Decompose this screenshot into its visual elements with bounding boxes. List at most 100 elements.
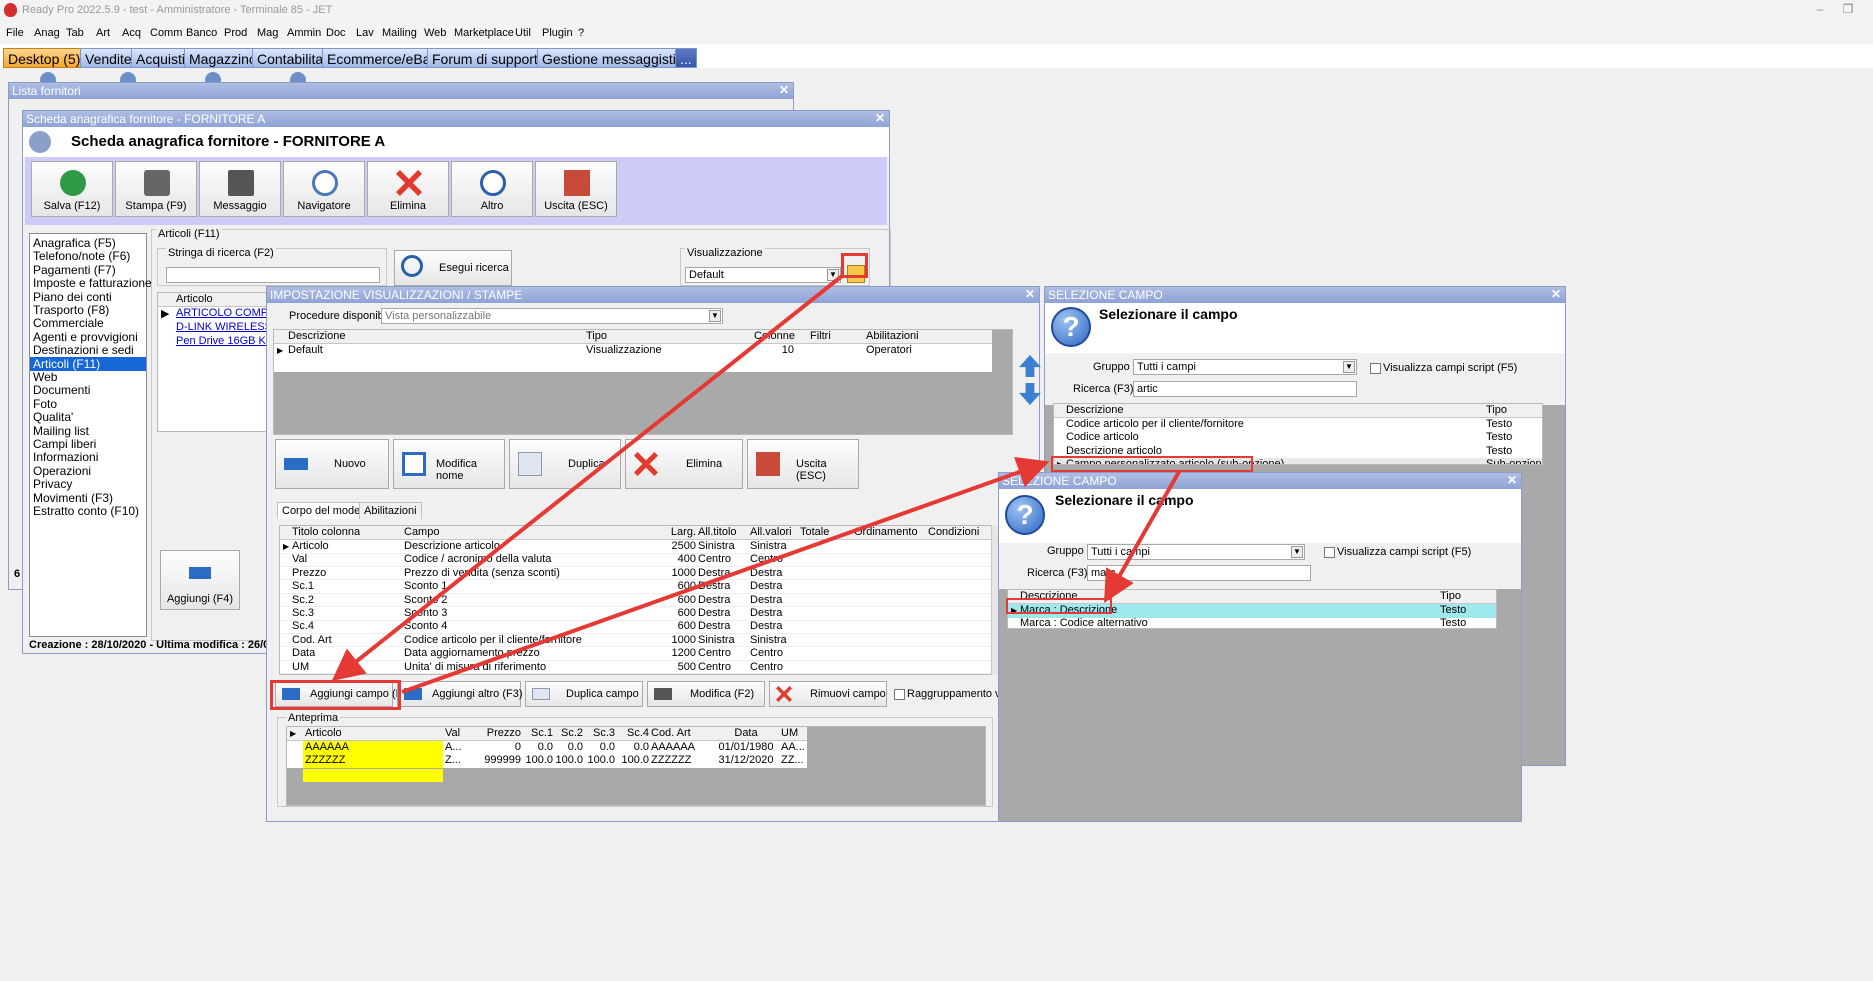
action-button[interactable]: Uscita (ESC) <box>747 439 859 489</box>
ricerca-input[interactable]: artic <box>1133 381 1357 397</box>
raggruppamento-checkbox[interactable] <box>894 689 905 700</box>
menu-item[interactable]: Util <box>515 27 531 39</box>
close-icon[interactable]: ✕ <box>1551 287 1561 301</box>
module-tab[interactable]: Contabilita' <box>252 48 331 68</box>
move-down-arrow-icon[interactable] <box>1019 383 1041 405</box>
field-row[interactable]: Codice articolo Testo <box>1054 431 1542 445</box>
nav-item[interactable]: Qualita' <box>33 410 73 424</box>
gruppo-select[interactable]: Tutti i campi ▼ <box>1133 359 1357 375</box>
menu-item[interactable]: Doc <box>326 27 346 39</box>
module-tab[interactable]: Magazzino <box>184 48 262 68</box>
menu-item[interactable]: File <box>6 27 24 39</box>
field-action-button[interactable]: Rimuovi campo <box>769 681 887 707</box>
nav-item[interactable]: Web <box>33 370 57 384</box>
module-tab[interactable]: Vendite <box>80 48 137 68</box>
table-row[interactable]: ▶ Default Visualizzazione 10 Operatori <box>274 344 992 358</box>
nav-item[interactable]: Destinazioni e sedi <box>33 343 134 357</box>
chevron-down-icon[interactable]: ▼ <box>1291 546 1303 558</box>
nav-item[interactable]: Anagrafica (F5) <box>33 236 116 250</box>
toolbar-button[interactable]: Uscita (ESC) <box>535 161 617 217</box>
field-action-button[interactable]: Aggiungi altro (F3) <box>397 681 523 707</box>
minimize-icon[interactable]: – <box>1810 2 1830 18</box>
subtab[interactable]: Abilitazioni <box>359 502 422 519</box>
chevron-down-icon[interactable]: ▼ <box>1343 361 1355 373</box>
script-checkbox[interactable] <box>1324 547 1335 558</box>
toolbar-button[interactable]: Elimina <box>367 161 449 217</box>
table-row[interactable]: Cod. Art Codice articolo per il cliente/f… <box>280 634 998 648</box>
module-tab[interactable]: ... <box>675 48 697 68</box>
menu-item[interactable]: ? <box>578 27 584 39</box>
menu-item[interactable]: Comm <box>150 27 182 39</box>
nav-item[interactable]: Documenti <box>33 383 90 397</box>
table-row[interactable]: Data Data aggiornamento prezzo 1200 Centro C… <box>280 647 998 661</box>
close-icon[interactable]: ✕ <box>1025 287 1035 301</box>
move-up-arrow-icon[interactable] <box>1019 355 1041 377</box>
script-checkbox[interactable] <box>1370 363 1381 374</box>
module-tab[interactable]: Forum di supporto <box>427 48 551 68</box>
procedure-select[interactable]: Vista personalizzabile ▼ <box>381 308 723 324</box>
toolbar-button[interactable]: Messaggio <box>199 161 281 217</box>
table-row[interactable]: Sc.3 Sconto 3 600 Destra Destra <box>280 607 998 621</box>
toolbar-button[interactable]: Salva (F12) <box>31 161 113 217</box>
nav-item[interactable]: Estratto conto (F10) <box>33 504 139 518</box>
nav-item[interactable]: Piano dei conti <box>33 290 112 304</box>
menu-item[interactable]: Prod <box>224 27 247 39</box>
close-icon[interactable]: ✕ <box>875 111 885 125</box>
nav-item[interactable]: Movimenti (F3) <box>33 491 113 505</box>
module-tab[interactable]: Acquisti <box>131 48 191 68</box>
nav-item[interactable]: Privacy <box>33 477 72 491</box>
nav-item[interactable]: Informazioni <box>33 450 98 464</box>
field-row[interactable]: Marca : Codice alternativo Testo <box>1008 617 1496 628</box>
menu-item[interactable]: Plugin <box>542 27 573 39</box>
chevron-down-icon[interactable]: ▼ <box>709 310 721 322</box>
table-row[interactable]: Prezzo Prezzo di vendita (senza sconti) 10… <box>280 567 998 581</box>
menu-item[interactable]: Mag <box>257 27 278 39</box>
toolbar-button[interactable]: Navigatore <box>283 161 365 217</box>
preview-row[interactable]: ZZZZZZ Z... 999999 100.0 100.0 100.0 100.0 ZZZZ… <box>287 754 807 768</box>
table-row[interactable]: ▶ARTICOLO COMPONEN <box>158 307 266 321</box>
table-row[interactable]: Sc.4 Sconto 4 600 Destra Destra <box>280 620 998 634</box>
action-button[interactable]: Nuovo <box>275 439 389 489</box>
ricerca-input[interactable]: marc <box>1087 565 1311 581</box>
field-action-button[interactable]: Modifica (F2) <box>647 681 765 707</box>
action-button[interactable]: Elimina <box>625 439 743 489</box>
menu-item[interactable]: Marketplace <box>454 27 514 39</box>
nav-item[interactable]: Pagamenti (F7) <box>33 263 116 277</box>
nav-item[interactable]: Imposte e fatturazione <box>33 276 152 290</box>
menu-item[interactable]: Web <box>424 27 446 39</box>
table-row[interactable]: Sc.1 Sconto 1 600 Destra Destra <box>280 580 998 594</box>
nav-item[interactable]: Commerciale <box>33 316 104 330</box>
search-input[interactable] <box>166 267 380 283</box>
field-row[interactable]: Codice articolo per il cliente/fornitore… <box>1054 418 1542 432</box>
menu-item[interactable]: Lav <box>356 27 374 39</box>
field-action-button[interactable]: Duplica campo <box>525 681 643 707</box>
nav-item[interactable]: Campi liberi <box>33 437 96 451</box>
menu-item[interactable]: Art <box>96 27 110 39</box>
nav-item[interactable]: Telefono/note (F6) <box>33 249 130 263</box>
table-row[interactable]: D-LINK WIRELESS AC F <box>158 321 266 335</box>
action-button[interactable]: Duplica <box>509 439 621 489</box>
toolbar-button[interactable]: Altro <box>451 161 533 217</box>
visualizzazione-select[interactable]: Default ▼ <box>685 267 841 283</box>
menu-item[interactable]: Acq <box>122 27 141 39</box>
action-button[interactable]: Modifica nome <box>393 439 505 489</box>
nav-item[interactable]: Operazioni <box>33 464 91 478</box>
gruppo-select[interactable]: Tutti i campi ▼ <box>1087 544 1305 560</box>
menu-item[interactable]: Tab <box>66 27 84 39</box>
restore-icon[interactable]: ❐ <box>1838 2 1858 18</box>
module-tab[interactable]: Desktop (5) <box>3 48 86 68</box>
table-row[interactable]: Pen Drive 16GB Kingst <box>158 335 266 349</box>
toolbar-button[interactable]: Stampa (F9) <box>115 161 197 217</box>
nav-item[interactable]: Foto <box>33 397 57 411</box>
close-icon[interactable]: ✕ <box>1507 473 1517 487</box>
menu-item[interactable]: Banco <box>186 27 217 39</box>
nav-item[interactable]: Trasporto (F8) <box>33 303 109 317</box>
menu-item[interactable]: Anag <box>34 27 60 39</box>
module-tab[interactable]: Ecommerce/eBay <box>322 48 443 68</box>
table-row[interactable]: Val Codice / acronimo della valuta 400 Cent… <box>280 553 998 567</box>
chevron-down-icon[interactable]: ▼ <box>827 269 839 281</box>
nav-item[interactable]: Agenti e provvigioni <box>33 330 138 344</box>
nav-item[interactable]: Mailing list <box>33 424 89 438</box>
menu-item[interactable]: Mailing <box>382 27 417 39</box>
preview-row[interactable]: AAAAAA A... 0 0.0 0.0 0.0 0.0 AAAAAA 01/01/1980 A… <box>287 741 807 755</box>
